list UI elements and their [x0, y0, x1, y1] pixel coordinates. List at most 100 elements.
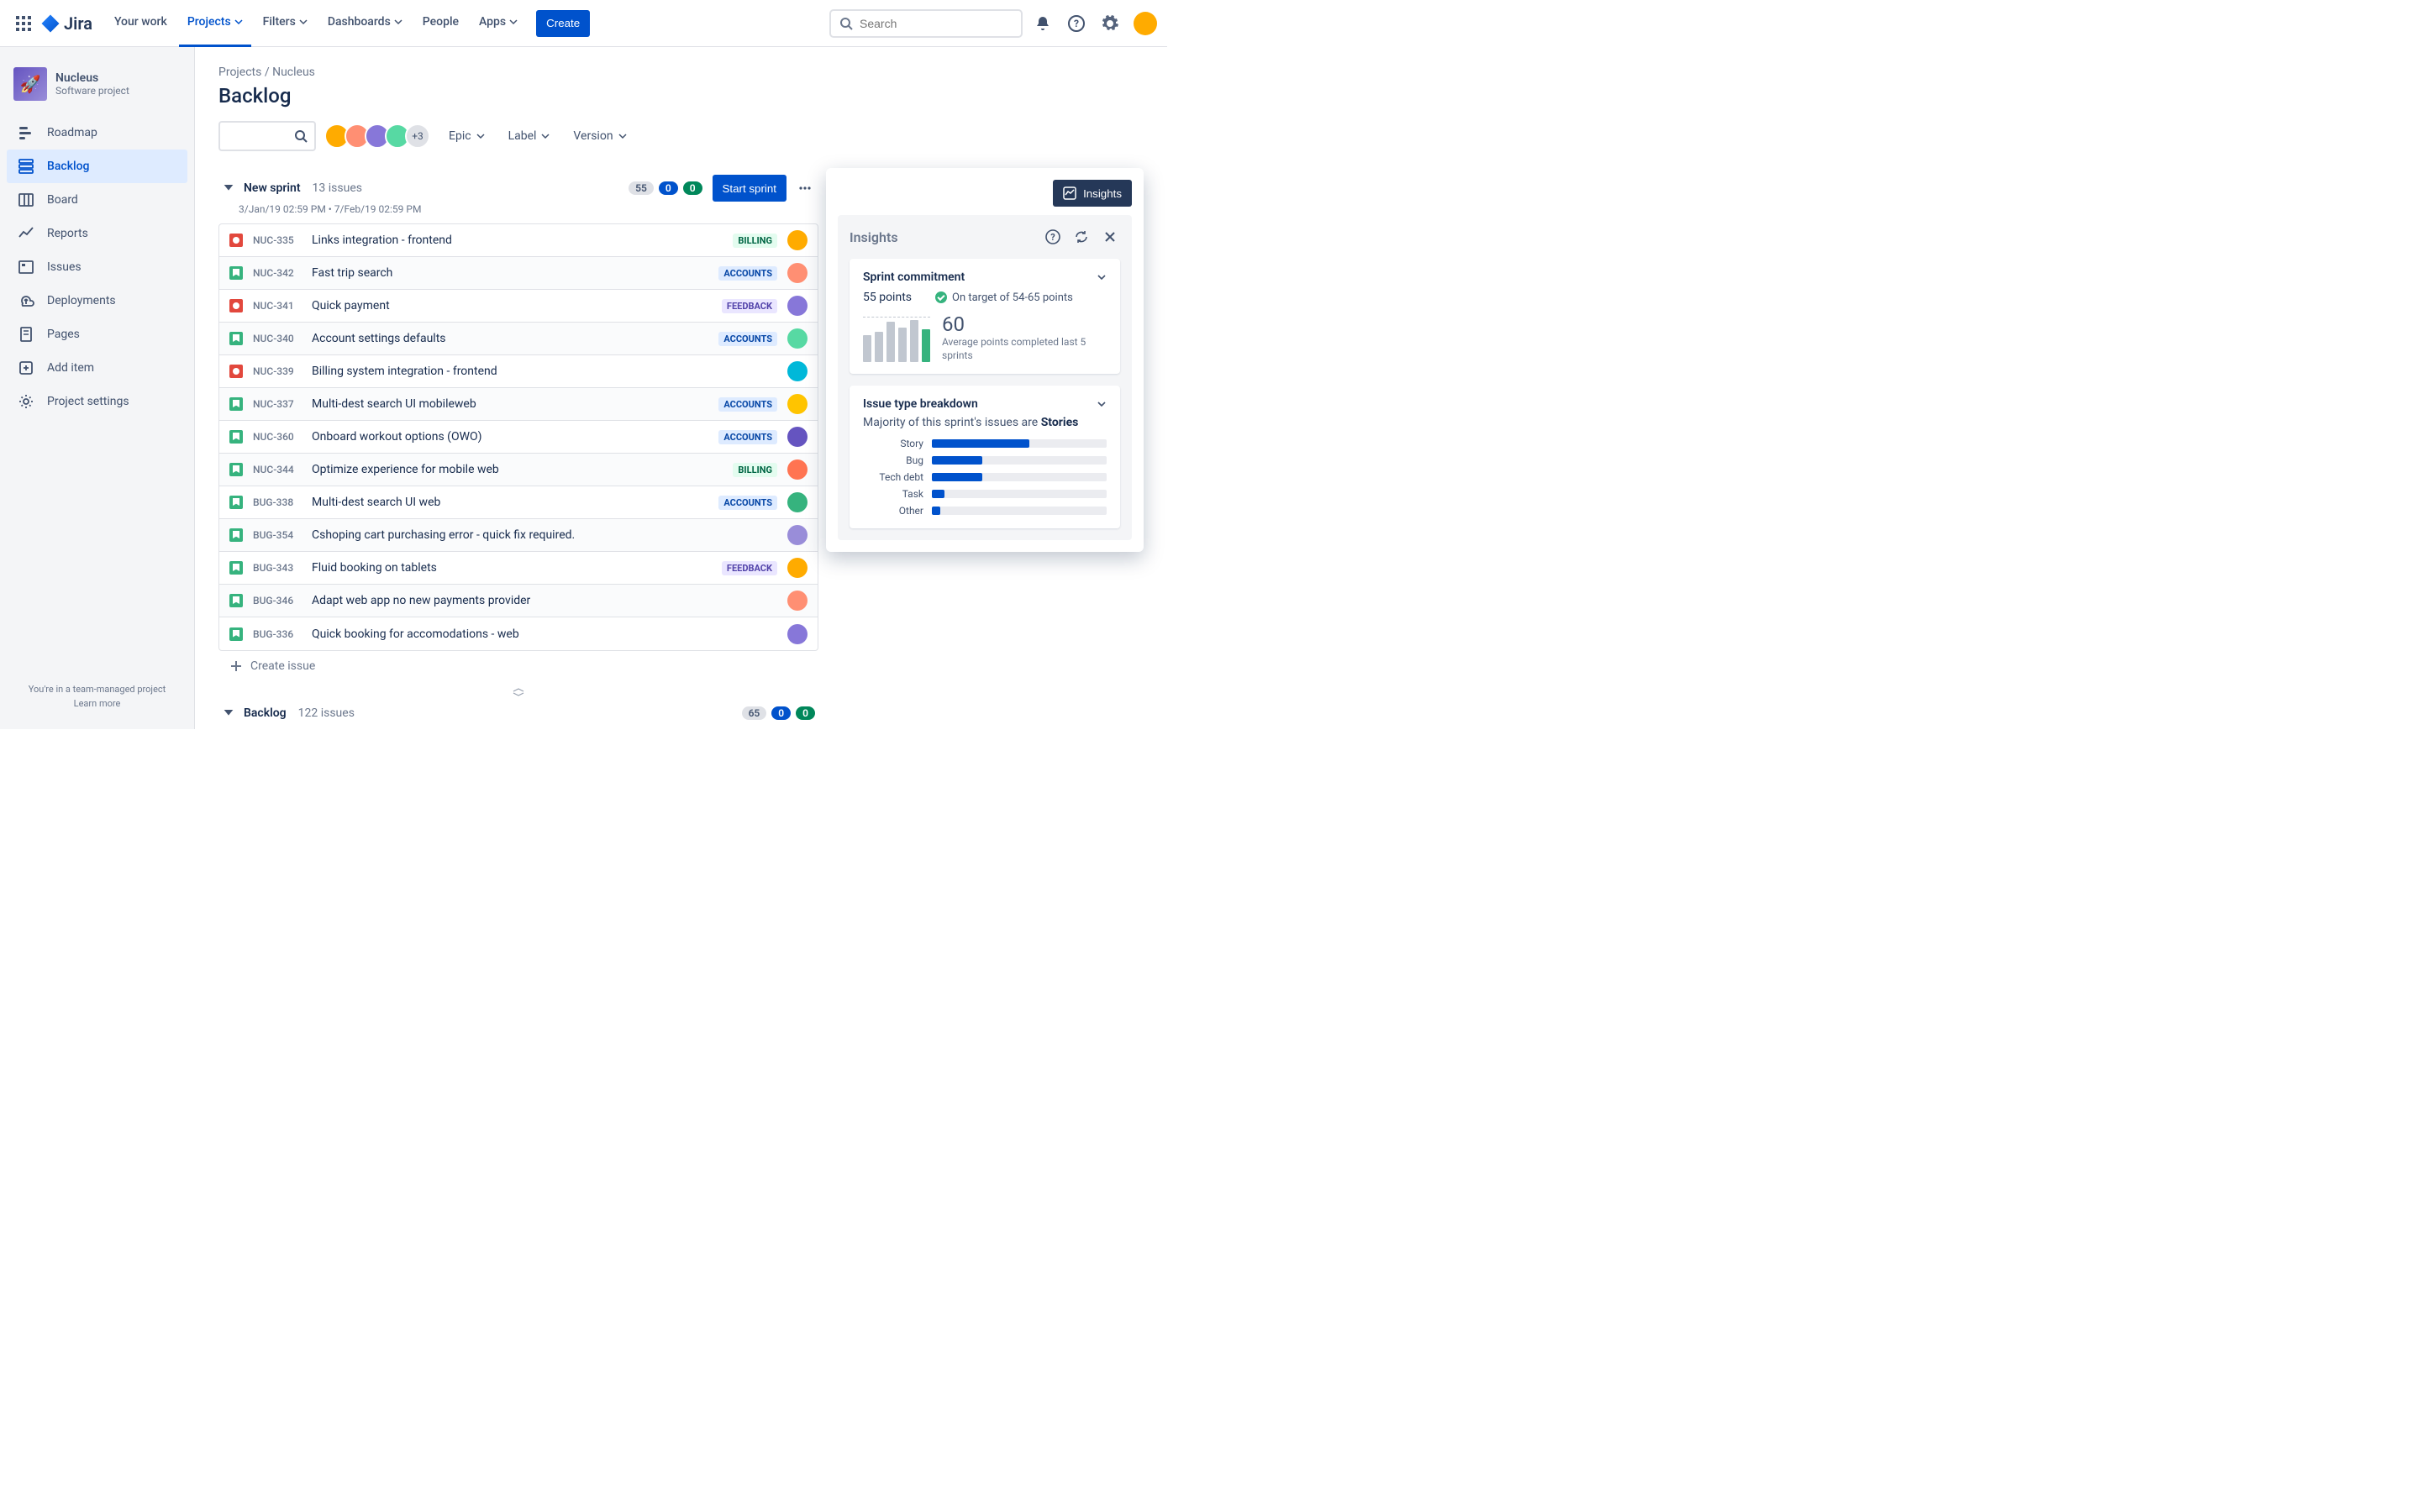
insights-popover: Insights Insights ? Sprint commitment — [826, 168, 1144, 552]
issue-key[interactable]: NUC-340 — [253, 333, 302, 344]
assignee-avatar[interactable] — [787, 296, 808, 316]
sprint-name[interactable]: New sprint — [244, 181, 301, 195]
project-header[interactable]: 🚀 Nucleus Software project — [7, 64, 187, 116]
filter-epic[interactable]: Epic — [444, 129, 490, 143]
assignee-avatar[interactable] — [787, 558, 808, 578]
avatar-overflow[interactable]: +3 — [405, 123, 430, 149]
reports-icon — [17, 224, 35, 243]
learn-more-link[interactable]: Learn more — [7, 698, 187, 709]
sidebar-item-deployments[interactable]: Deployments — [7, 284, 187, 318]
issue-row[interactable]: NUC-337Multi-dest search UI mobilewebACC… — [219, 388, 818, 421]
global-search[interactable] — [829, 9, 1023, 38]
filter-label[interactable]: Label — [503, 129, 555, 143]
breadcrumb-project[interactable]: Nucleus — [272, 66, 315, 79]
nav-people[interactable]: People — [414, 0, 467, 47]
issue-key[interactable]: BUG-346 — [253, 595, 302, 606]
global-search-input[interactable] — [860, 17, 1013, 30]
sidebar-item-pages[interactable]: Pages — [7, 318, 187, 351]
settings-icon[interactable] — [1097, 10, 1123, 37]
assignee-filter-avatars[interactable]: +3 — [329, 123, 430, 149]
issue-row[interactable]: NUC-339Billing system integration - fron… — [219, 355, 818, 388]
chevron-down-icon[interactable] — [1097, 399, 1107, 409]
help-icon[interactable]: ? — [1063, 10, 1090, 37]
profile-avatar[interactable] — [1134, 12, 1157, 35]
insights-help-icon[interactable]: ? — [1043, 227, 1063, 247]
assignee-avatar[interactable] — [787, 624, 808, 644]
chevron-down-icon — [618, 132, 627, 140]
sidebar-item-backlog[interactable]: Backlog — [7, 150, 187, 183]
points-todo: 65 — [742, 706, 767, 720]
issue-key[interactable]: NUC-337 — [253, 398, 302, 410]
issue-row[interactable]: BUG-346Adapt web app no new payments pro… — [219, 585, 818, 617]
resize-handle-icon[interactable] — [218, 681, 818, 703]
breadcrumb-projects[interactable]: Projects — [218, 66, 261, 79]
issue-row[interactable]: BUG-354Cshoping cart purchasing error - … — [219, 519, 818, 552]
issue-key[interactable]: NUC-342 — [253, 267, 302, 279]
backlog-search[interactable] — [218, 121, 316, 151]
bug-icon — [229, 299, 243, 312]
jira-logo[interactable]: Jira — [40, 13, 92, 34]
assignee-avatar[interactable] — [787, 525, 808, 545]
assignee-avatar[interactable] — [787, 328, 808, 349]
sidebar-item-roadmap[interactable]: Roadmap — [7, 116, 187, 150]
issue-row[interactable]: NUC-342Fast trip searchACCOUNTS — [219, 257, 818, 290]
notifications-icon[interactable] — [1029, 10, 1056, 37]
sidebar-label: Backlog — [47, 160, 89, 173]
backlog-name[interactable]: Backlog — [244, 706, 287, 720]
sidebar-item-add[interactable]: Add item — [7, 351, 187, 385]
sprint-more-icon[interactable] — [792, 175, 818, 202]
chevron-down-icon[interactable] — [1097, 272, 1107, 282]
sidebar-item-board[interactable]: Board — [7, 183, 187, 217]
collapse-icon[interactable] — [222, 181, 235, 195]
create-button[interactable]: Create — [536, 10, 590, 37]
issue-row[interactable]: NUC-335Links integration - frontendBILLI… — [219, 224, 818, 257]
insights-button[interactable]: Insights — [1053, 180, 1132, 207]
app-switcher-icon[interactable] — [10, 10, 37, 37]
issue-key[interactable]: BUG-354 — [253, 529, 302, 541]
chevron-down-icon — [234, 18, 243, 26]
issue-key[interactable]: BUG-338 — [253, 496, 302, 508]
assignee-avatar[interactable] — [787, 230, 808, 250]
sidebar: 🚀 Nucleus Software project Roadmap Backl… — [0, 47, 195, 729]
sidebar-item-issues[interactable]: Issues — [7, 250, 187, 284]
toolbar: +3 Epic Label Version — [218, 121, 1144, 151]
issue-key[interactable]: NUC-360 — [253, 431, 302, 443]
insights-refresh-icon[interactable] — [1071, 227, 1092, 247]
assignee-avatar[interactable] — [787, 591, 808, 611]
issue-key[interactable]: NUC-339 — [253, 365, 302, 377]
issue-row[interactable]: NUC-344Optimize experience for mobile we… — [219, 454, 818, 486]
nav-projects[interactable]: Projects — [179, 0, 251, 47]
issue-row[interactable]: NUC-360Onboard workout options (OWO)ACCO… — [219, 421, 818, 454]
filter-version[interactable]: Version — [568, 129, 631, 143]
issue-row[interactable]: NUC-340Account settings defaultsACCOUNTS — [219, 323, 818, 355]
nav-apps[interactable]: Apps — [471, 0, 526, 47]
nav-filters[interactable]: Filters — [255, 0, 316, 47]
sidebar-item-settings[interactable]: Project settings — [7, 385, 187, 418]
assignee-avatar[interactable] — [787, 394, 808, 414]
issues-icon — [17, 258, 35, 276]
issue-row[interactable]: BUG-343Fluid booking on tabletsFEEDBACK — [219, 552, 818, 585]
assignee-avatar[interactable] — [787, 263, 808, 283]
assignee-avatar[interactable] — [787, 492, 808, 512]
card-title: Issue type breakdown — [863, 397, 1097, 411]
assignee-avatar[interactable] — [787, 459, 808, 480]
issue-key[interactable]: BUG-336 — [253, 628, 302, 640]
issue-row[interactable]: BUG-336Quick booking for accomodations -… — [219, 617, 818, 650]
nav-your-work[interactable]: Your work — [106, 0, 176, 47]
project-type: Software project — [55, 85, 129, 97]
assignee-avatar[interactable] — [787, 427, 808, 447]
issue-row[interactable]: NUC-341Quick paymentFEEDBACK — [219, 290, 818, 323]
nav-dashboards[interactable]: Dashboards — [319, 0, 411, 47]
issue-key[interactable]: NUC-344 — [253, 464, 302, 475]
start-sprint-button[interactable]: Start sprint — [713, 175, 786, 202]
sidebar-item-reports[interactable]: Reports — [7, 217, 187, 250]
sidebar-label: Reports — [47, 227, 88, 240]
issue-key[interactable]: NUC-335 — [253, 234, 302, 246]
issue-row[interactable]: BUG-338Multi-dest search UI webACCOUNTS — [219, 486, 818, 519]
issue-key[interactable]: BUG-343 — [253, 562, 302, 574]
insights-close-icon[interactable] — [1100, 227, 1120, 247]
issue-key[interactable]: NUC-341 — [253, 300, 302, 312]
create-issue-button[interactable]: Create issue — [218, 651, 818, 681]
assignee-avatar[interactable] — [787, 361, 808, 381]
collapse-icon[interactable] — [222, 706, 235, 720]
